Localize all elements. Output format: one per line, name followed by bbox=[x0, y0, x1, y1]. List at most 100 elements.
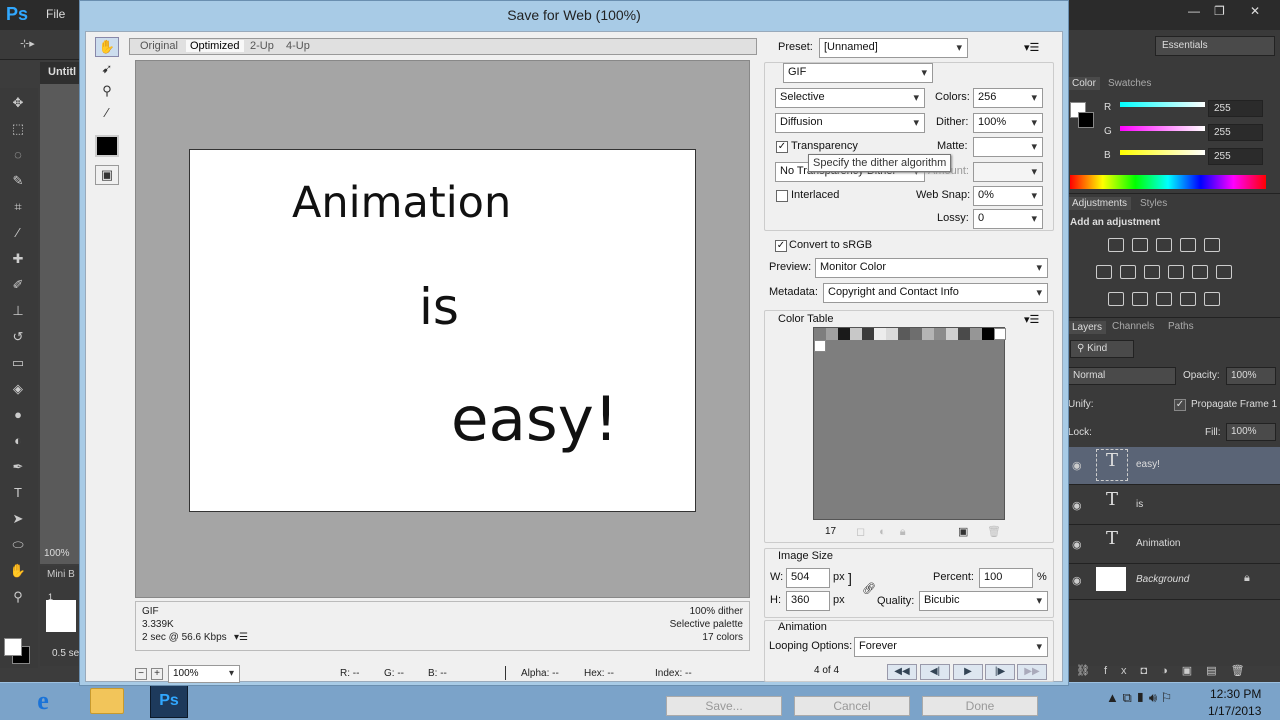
color-cell[interactable] bbox=[838, 328, 850, 340]
eye-icon[interactable]: ◉ bbox=[1072, 459, 1082, 472]
reduction-select[interactable]: Selective bbox=[775, 88, 925, 108]
layer-footer-icons[interactable]: ⛓fx◘◑▣▤🗑︎ bbox=[1076, 664, 1259, 677]
color-cell[interactable] bbox=[922, 328, 934, 340]
amount-field[interactable] bbox=[973, 162, 1043, 182]
looping-select[interactable]: Forever bbox=[854, 637, 1048, 657]
color-cell[interactable] bbox=[814, 328, 826, 340]
frame-thumbnail[interactable] bbox=[46, 600, 76, 632]
colors-select[interactable]: 256 bbox=[973, 88, 1043, 108]
clock-date[interactable]: 1/17/2013 bbox=[1208, 704, 1261, 718]
tab-2-up[interactable]: 2-Up bbox=[250, 40, 274, 52]
exposure-icon[interactable] bbox=[1180, 238, 1196, 252]
fill-field[interactable]: 100% bbox=[1226, 423, 1276, 441]
layer-row[interactable]: ◉ T easy! bbox=[1068, 447, 1280, 485]
info-menu-icon[interactable]: ▾☰ bbox=[234, 632, 248, 643]
color-cell[interactable] bbox=[910, 328, 922, 340]
metadata-select[interactable]: Copyright and Contact Info bbox=[823, 283, 1048, 303]
tab-swatches[interactable]: Swatches bbox=[1108, 78, 1151, 89]
preview-select[interactable]: Monitor Color bbox=[815, 258, 1048, 278]
toggle-slices-icon[interactable]: ▣ bbox=[95, 165, 119, 185]
pen-tool-icon[interactable]: ✒ bbox=[9, 458, 27, 476]
blur-tool-icon[interactable]: ● bbox=[9, 406, 27, 424]
dodge-tool-icon[interactable]: ◐ bbox=[9, 432, 27, 450]
constrain-link-icon[interactable]: 🔗︎ bbox=[862, 582, 876, 595]
matte-select[interactable] bbox=[973, 137, 1043, 157]
eye-icon[interactable]: ◉ bbox=[1072, 499, 1082, 512]
type-tool-icon[interactable]: T bbox=[9, 484, 27, 502]
lasso-tool-icon[interactable]: ◌ bbox=[9, 146, 27, 164]
delete-color-icon[interactable]: 🗑︎ bbox=[987, 525, 1001, 538]
percent-field[interactable]: 100 bbox=[979, 568, 1033, 588]
color-cell[interactable] bbox=[850, 328, 862, 340]
zoom-tool-icon[interactable]: ⚲ bbox=[9, 588, 27, 606]
eye-icon[interactable]: ◉ bbox=[1072, 538, 1082, 551]
eyedropper-color-swatch[interactable] bbox=[95, 135, 119, 157]
color-bg-chip[interactable] bbox=[1078, 112, 1094, 128]
dither-field[interactable]: 100% bbox=[973, 113, 1043, 133]
hand-tool-icon[interactable]: ✋ bbox=[9, 562, 27, 580]
color-table-menu-icon[interactable]: ▾☰ bbox=[1024, 313, 1039, 326]
color-cell[interactable] bbox=[946, 328, 958, 340]
color-balance-icon[interactable] bbox=[1120, 265, 1136, 279]
move-tool-icon[interactable]: ✥ bbox=[9, 94, 27, 112]
tab-optimized[interactable]: Optimized bbox=[186, 40, 244, 52]
close-icon[interactable]: ✕ bbox=[1250, 4, 1260, 18]
web-snap-field[interactable]: 0% bbox=[973, 186, 1043, 206]
zoom-select[interactable]: 100% bbox=[168, 665, 240, 683]
color-table-tools-icon[interactable]: ◻◐🔒︎ bbox=[856, 525, 920, 539]
lossy-field[interactable]: 0 bbox=[973, 209, 1043, 229]
tab-layers[interactable]: Layers bbox=[1068, 321, 1107, 334]
black-white-icon[interactable] bbox=[1144, 265, 1160, 279]
crop-tool-icon[interactable]: ⌗ bbox=[9, 198, 27, 216]
layer-row[interactable]: ◉ T is bbox=[1068, 487, 1280, 525]
blend-mode-select[interactable]: Normal bbox=[1068, 367, 1176, 385]
format-select[interactable]: GIF bbox=[783, 63, 933, 83]
color-cell[interactable] bbox=[970, 328, 982, 340]
first-frame-icon[interactable]: ◀◀ bbox=[887, 664, 917, 680]
eye-icon[interactable]: ◉ bbox=[1072, 574, 1082, 587]
r-value[interactable]: 255 bbox=[1208, 100, 1263, 117]
internet-explorer-icon[interactable]: e bbox=[26, 686, 60, 718]
levels-icon[interactable] bbox=[1132, 238, 1148, 252]
color-cell[interactable] bbox=[898, 328, 910, 340]
g-slider[interactable] bbox=[1120, 126, 1205, 131]
curves-icon[interactable] bbox=[1156, 238, 1172, 252]
zoom-out-icon[interactable]: − bbox=[135, 668, 147, 680]
last-frame-icon[interactable]: ▶▶ bbox=[1017, 664, 1047, 680]
quality-select[interactable]: Bicubic bbox=[919, 591, 1048, 611]
height-field[interactable]: 360 bbox=[786, 591, 830, 611]
photoshop-taskbar-button[interactable]: Ps bbox=[150, 684, 188, 718]
zoom-in-icon[interactable]: + bbox=[151, 668, 163, 680]
color-lookup-icon[interactable] bbox=[1216, 265, 1232, 279]
layer-row[interactable]: ◉ T Animation bbox=[1068, 526, 1280, 564]
tab-styles[interactable]: Styles bbox=[1140, 198, 1167, 209]
color-spectrum[interactable] bbox=[1070, 175, 1266, 189]
path-select-icon[interactable]: ➤ bbox=[9, 510, 27, 528]
layer-name[interactable]: Animation bbox=[1136, 538, 1180, 549]
color-cell[interactable] bbox=[934, 328, 946, 340]
workspace-switcher[interactable]: Essentials bbox=[1155, 36, 1275, 56]
invert-icon[interactable] bbox=[1108, 292, 1124, 306]
document-tab[interactable]: Untitl bbox=[40, 62, 80, 84]
stamp-tool-icon[interactable]: ⊥ bbox=[9, 302, 27, 320]
b-value[interactable]: 255 bbox=[1208, 148, 1263, 165]
history-brush-icon[interactable]: ↺ bbox=[9, 328, 27, 346]
convert-srgb-checkbox[interactable]: ✓ bbox=[775, 240, 787, 252]
optimize-menu-icon[interactable]: ▾☰ bbox=[1024, 41, 1039, 54]
folder-icon[interactable] bbox=[90, 688, 124, 714]
save-button[interactable]: Save... bbox=[666, 696, 782, 716]
shape-tool-icon[interactable]: ⬭ bbox=[9, 536, 27, 554]
color-cell[interactable] bbox=[874, 328, 886, 340]
slice-select-icon[interactable]: ➹ bbox=[95, 59, 119, 79]
foreground-color-swatch[interactable] bbox=[4, 638, 22, 656]
menu-file[interactable]: File bbox=[46, 7, 65, 21]
quick-select-icon[interactable]: ✎ bbox=[9, 172, 27, 190]
frame-delay[interactable]: 0.5 se bbox=[52, 648, 79, 659]
interlaced-checkbox[interactable] bbox=[776, 190, 788, 202]
transparency-checkbox[interactable]: ✓ bbox=[776, 141, 788, 153]
layer-name[interactable]: easy! bbox=[1136, 459, 1160, 470]
marquee-tool-icon[interactable]: ⬚ bbox=[9, 120, 27, 138]
layer-filter-kind[interactable]: ⚲ Kind bbox=[1070, 340, 1134, 358]
move-tool-icon[interactable]: ⊹▸ bbox=[20, 37, 35, 50]
tab-paths[interactable]: Paths bbox=[1168, 321, 1194, 332]
